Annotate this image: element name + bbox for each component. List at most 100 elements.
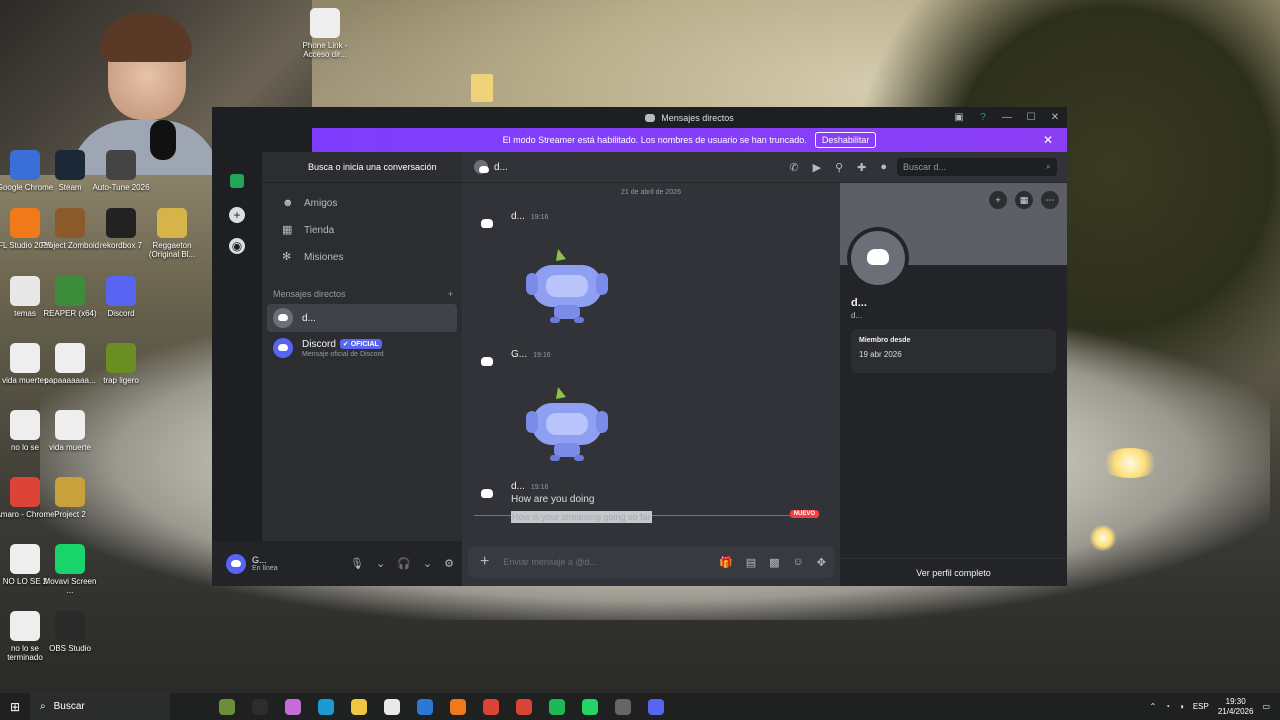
volume-icon[interactable]: ◑: [1179, 702, 1184, 711]
add-server-icon[interactable]: +: [229, 207, 245, 223]
dm-item[interactable]: Discord ✔ OFICIAL Mensaje oficial de Dis…: [267, 334, 457, 362]
desktop-icon-label: Project 2: [54, 510, 86, 519]
chat-search-input[interactable]: Buscar d... ⌕: [897, 158, 1057, 176]
gif-icon[interactable]: ▤: [746, 556, 756, 569]
nav-item-label: Misiones: [304, 251, 344, 263]
chevron-down-icon[interactable]: ⌄: [423, 557, 432, 570]
window-titlebar: Mensajes directos ▣ ? — ☐ ✕: [312, 107, 1067, 128]
gift-icon[interactable]: 🎁: [719, 556, 733, 569]
gift-icon[interactable]: ▦: [1015, 191, 1033, 209]
video-icon[interactable]: ▶: [813, 161, 821, 174]
desktop-app-icon: [106, 208, 136, 238]
inbox-icon[interactable]: ▣: [947, 112, 971, 123]
desktop-app-icon: [106, 276, 136, 306]
profile-name: d...: [851, 297, 867, 309]
wumpus-sticker[interactable]: [522, 239, 612, 329]
desktop-icon[interactable]: Reggaeton (Original Bl...: [142, 208, 202, 259]
minimize-button[interactable]: —: [995, 112, 1019, 123]
user-status: En línea: [252, 565, 278, 572]
add-friend-icon[interactable]: +: [989, 191, 1007, 209]
avatar[interactable]: [226, 553, 246, 574]
desktop-icon[interactable]: vida muerte: [40, 410, 100, 452]
chevron-up-icon[interactable]: ⌃: [1149, 702, 1156, 711]
microphone: [150, 120, 176, 160]
taskbar-app-icon[interactable]: [276, 693, 309, 720]
taskbar-app-icon[interactable]: [540, 693, 573, 720]
chat-search-placeholder: Buscar d...: [903, 162, 947, 172]
taskbar-app-icon[interactable]: [639, 693, 672, 720]
chevron-down-icon[interactable]: ⌄: [376, 557, 385, 570]
more-icon[interactable]: ⋯: [1041, 191, 1059, 209]
chat-recipient-name: d...: [494, 161, 508, 173]
conversation-search[interactable]: Busca o inicia una conversación: [262, 152, 462, 183]
message-text-selected: How is your streaming going so far: [511, 511, 652, 523]
desktop-app-icon: [55, 477, 85, 507]
help-icon[interactable]: ?: [971, 112, 995, 123]
profile-icon[interactable]: ●: [880, 161, 887, 174]
taskbar-app-icon[interactable]: [243, 693, 276, 720]
message: d... 19:16: [474, 211, 824, 341]
taskbar-app-icon[interactable]: [210, 693, 243, 720]
disable-streamer-button[interactable]: Deshabilitar: [814, 132, 877, 148]
message-author[interactable]: d...: [511, 481, 525, 492]
maximize-button[interactable]: ☐: [1019, 112, 1043, 123]
windows-start-icon[interactable]: ⊞: [0, 700, 30, 714]
message-author[interactable]: G...: [511, 349, 527, 360]
close-banner-icon[interactable]: ✕: [1043, 133, 1053, 147]
close-window-button[interactable]: ✕: [1043, 112, 1067, 123]
notifications-icon[interactable]: ▭: [1262, 702, 1270, 711]
folder-icon[interactable]: [471, 74, 493, 102]
gear-icon[interactable]: ⚙: [444, 557, 454, 570]
taskbar-app-icon[interactable]: [408, 693, 441, 720]
desktop-icon[interactable]: Project 2: [40, 477, 100, 519]
taskbar-app-icon[interactable]: [606, 693, 639, 720]
pin-icon[interactable]: ⚲: [835, 161, 843, 174]
taskbar-app-icon[interactable]: [375, 693, 408, 720]
desktop-icon[interactable]: trap ligero: [91, 343, 151, 385]
headphones-icon[interactable]: 🎧: [397, 557, 411, 570]
profile-avatar[interactable]: [847, 227, 909, 289]
taskbar-app-icon[interactable]: [309, 693, 342, 720]
nav-item-label: Amigos: [304, 197, 338, 209]
emoji-icon[interactable]: ☺: [793, 556, 804, 569]
nav-item-friends[interactable]: ☻ Amigos: [270, 191, 456, 215]
network-icon[interactable]: ◔: [1165, 702, 1170, 711]
nav-item-quests[interactable]: ✻ Misiones: [270, 245, 456, 269]
attach-icon[interactable]: +: [480, 553, 489, 571]
desktop-app-icon: [10, 150, 40, 180]
home-icon[interactable]: [230, 174, 244, 188]
desktop-icon[interactable]: Movavi Screen ...: [40, 544, 100, 595]
clock[interactable]: 19:30 21/4/2026: [1218, 697, 1254, 717]
microphone-icon[interactable]: 🎙: [350, 557, 364, 570]
taskbar-app-icon[interactable]: [507, 693, 540, 720]
phone-icon[interactable]: ✆: [789, 161, 798, 174]
taskbar-search[interactable]: ⌕ Buscar: [30, 693, 170, 720]
desktop-icon[interactable]: Discord: [91, 276, 151, 318]
shop-icon: ▦: [282, 224, 293, 236]
sticker-icon[interactable]: ▩: [769, 556, 779, 569]
taskbar-app-icon[interactable]: [441, 693, 474, 720]
dm-subtitle: Mensaje oficial de Discord: [302, 350, 384, 358]
taskbar-app-icon[interactable]: [474, 693, 507, 720]
message-composer[interactable]: + Enviar mensaje a @d... 🎁 ▤ ▩ ☺ ✥: [468, 546, 834, 578]
quests-icon: ✻: [282, 251, 292, 263]
message-author[interactable]: d...: [511, 211, 525, 222]
chat-header: d... ✆ ▶ ⚲ ✚ ● Buscar d... ⌕: [462, 152, 1067, 183]
view-full-profile-link[interactable]: Ver perfil completo: [840, 558, 1067, 586]
desktop-icon[interactable]: OBS Studio: [40, 611, 100, 653]
taskbar-app-icon[interactable]: [342, 693, 375, 720]
desktop-app-icon: [10, 208, 40, 238]
add-friend-icon[interactable]: ✚: [857, 161, 866, 174]
wumpus-sticker[interactable]: [522, 377, 612, 467]
explore-icon[interactable]: ◉: [229, 238, 245, 254]
nav-item-shop[interactable]: ▦ Tienda: [270, 218, 456, 242]
dm-item[interactable]: d...: [267, 304, 457, 332]
desktop-icon[interactable]: Auto-Tune 2026: [91, 150, 151, 192]
desktop-icon[interactable]: Phone Link - Acceso dir...: [295, 8, 355, 59]
taskbar-app-icon[interactable]: [573, 693, 606, 720]
create-dm-icon[interactable]: +: [448, 289, 453, 299]
discord-logo-icon: [645, 113, 656, 122]
apps-icon[interactable]: ✥: [817, 556, 826, 569]
language-indicator[interactable]: ESP: [1193, 702, 1209, 711]
date-separator: 21 de abril de 2026: [621, 189, 681, 196]
